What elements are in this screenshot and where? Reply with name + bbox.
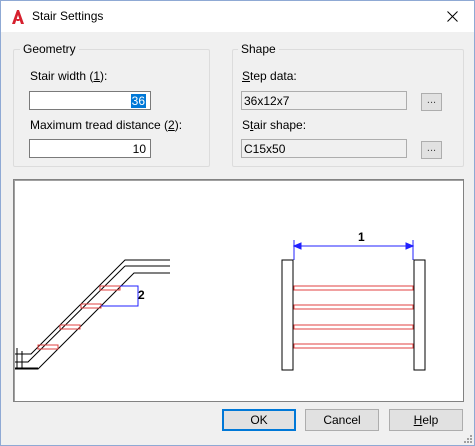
max-tread-label: Maximum tread distance (2): — [30, 118, 183, 132]
resize-grip-icon[interactable] — [462, 433, 472, 443]
autocad-logo-icon — [10, 9, 26, 25]
shape-group-title: Shape — [238, 42, 279, 56]
max-tread-input[interactable]: 10 — [29, 139, 151, 158]
stair-preview: 2 1 — [13, 179, 464, 402]
dimension-label-2: 2 — [138, 288, 145, 302]
stair-preview-drawing: 2 1 — [15, 230, 426, 371]
dimension-label-1: 1 — [358, 230, 365, 244]
step-data-label: Step data: — [242, 69, 297, 83]
step-data-browse-button[interactable]: ... — [421, 93, 442, 111]
title-bar[interactable]: Stair Settings — [1, 1, 474, 32]
help-button[interactable]: Help — [389, 409, 463, 431]
ok-button[interactable]: OK — [222, 409, 296, 431]
stair-plan-view: 1 — [281, 230, 426, 371]
geometry-group-title: Geometry — [20, 42, 79, 56]
step-data-field[interactable]: 36x12x7 — [241, 91, 407, 110]
stair-width-label: Stair width (1): — [30, 69, 108, 83]
close-button[interactable] — [430, 1, 474, 31]
stair-side-view — [15, 259, 170, 370]
stair-width-input[interactable]: 36 — [29, 91, 151, 110]
cancel-button[interactable]: Cancel — [305, 409, 379, 431]
stair-shape-browse-button[interactable]: ... — [421, 141, 442, 159]
stair-shape-field[interactable]: C15x50 — [241, 139, 407, 158]
stair-shape-label: Stair shape: — [242, 118, 307, 132]
stair-settings-dialog: Stair Settings Geometry Stair width (1):… — [0, 0, 475, 446]
window-title: Stair Settings — [32, 9, 104, 23]
close-icon — [446, 10, 458, 22]
